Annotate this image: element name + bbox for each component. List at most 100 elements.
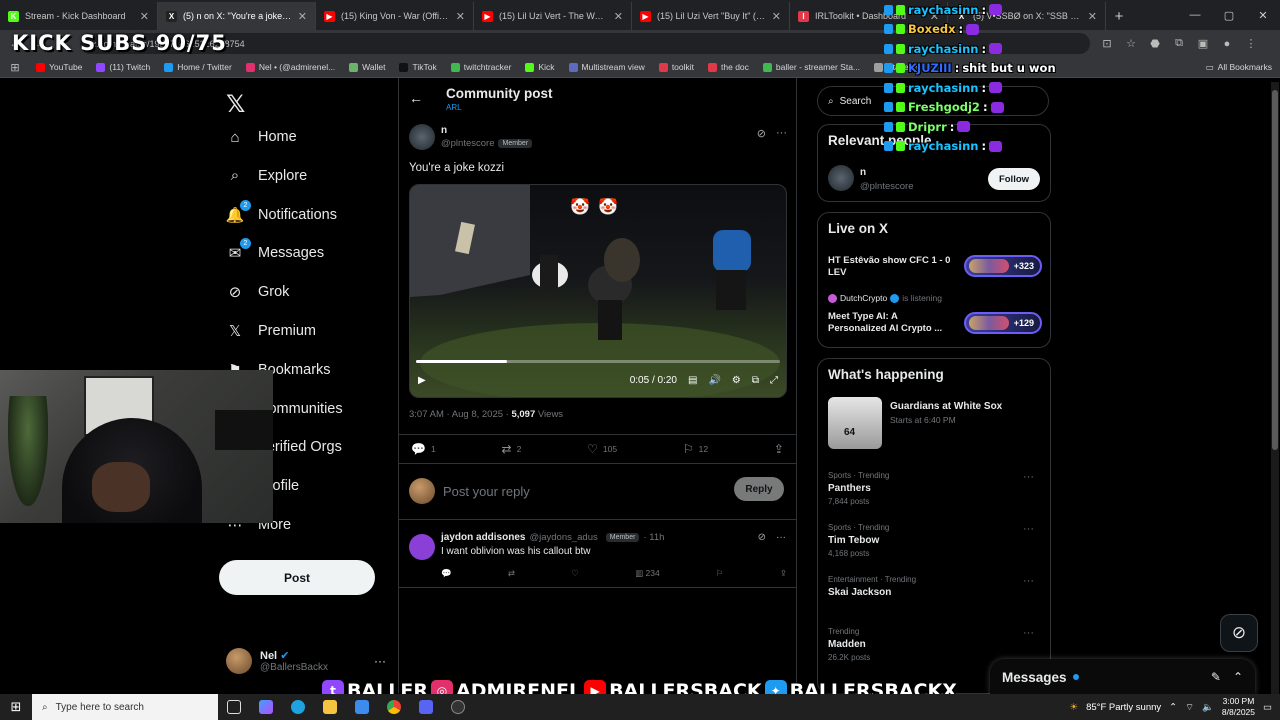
chrome-icon[interactable] bbox=[378, 694, 410, 720]
more-icon[interactable]: ··· bbox=[776, 127, 787, 140]
browser-tab[interactable]: X (5) n on X: "You're a joke kozzi ✕ bbox=[158, 2, 316, 30]
reply-icon[interactable]: 💬 bbox=[441, 568, 452, 579]
author-handle[interactable]: @plntescore bbox=[441, 138, 494, 149]
more-icon[interactable]: ··· bbox=[1023, 523, 1034, 535]
pip-icon[interactable]: ⧉ bbox=[752, 375, 759, 386]
expand-up-icon[interactable]: ⌃ bbox=[1233, 670, 1243, 684]
nav-item-premium[interactable]: 𝕏 Premium bbox=[226, 322, 316, 340]
star-icon[interactable]: ☆ bbox=[1124, 37, 1138, 51]
more-icon[interactable]: ··· bbox=[374, 654, 386, 668]
video-player[interactable]: 🤡 🤡 ▶ 0:05 / 0:20 ▤ 🔊 ⚙ ⧉ ⤢ bbox=[409, 184, 787, 398]
bookmark-item[interactable]: toolkit bbox=[658, 62, 694, 72]
grok-icon[interactable]: ⊘ bbox=[758, 532, 766, 543]
profile-icon[interactable]: ● bbox=[1220, 37, 1234, 51]
bookmark-item[interactable]: Wallet bbox=[349, 62, 385, 72]
browser-tab[interactable]: K Stream - Kick Dashboard ✕ bbox=[0, 2, 158, 30]
bookmark-icon[interactable]: ⚐ bbox=[716, 568, 724, 579]
person-handle[interactable]: @plntescore bbox=[860, 181, 913, 192]
live-space-item[interactable]: HT Estêvão show CFC 1 - 0 LEV +323 bbox=[828, 253, 1042, 283]
trend-item[interactable]: Sports · Trending Panthers 7,844 posts ··· bbox=[828, 471, 1042, 506]
all-bookmarks-button[interactable]: ▭ All Bookmarks bbox=[1206, 62, 1272, 73]
bookmark-item[interactable]: Home / Twitter bbox=[164, 62, 232, 72]
live-listeners-pill[interactable]: +129 bbox=[964, 312, 1042, 334]
trend-item[interactable]: Trending Madden 26.2K posts ··· bbox=[828, 627, 1042, 662]
reply-button[interactable]: 💬 1 bbox=[411, 442, 436, 456]
volume-icon[interactable]: 🔊 bbox=[708, 375, 720, 386]
reply-input[interactable] bbox=[443, 481, 723, 501]
community-name-link[interactable]: ARL bbox=[446, 103, 462, 112]
bookmark-item[interactable]: baller - streamer Sta... bbox=[762, 62, 860, 72]
follow-button[interactable]: Follow bbox=[988, 168, 1040, 190]
tab-close-icon[interactable]: ✕ bbox=[456, 10, 465, 23]
author-name[interactable]: n bbox=[441, 125, 447, 136]
share-button[interactable]: ⇪ bbox=[774, 442, 784, 456]
tab-close-icon[interactable]: ✕ bbox=[614, 10, 623, 23]
fullscreen-icon[interactable]: ⤢ bbox=[770, 375, 778, 386]
avatar[interactable] bbox=[409, 124, 435, 150]
game-title[interactable]: Guardians at White Sox bbox=[890, 401, 1002, 412]
repost-button[interactable]: ⇄ 2 bbox=[502, 442, 522, 456]
back-arrow-icon[interactable]: ← bbox=[409, 90, 423, 106]
extension-icon[interactable]: ⬣ bbox=[1148, 37, 1162, 51]
menu-icon[interactable]: ⋮ bbox=[1244, 37, 1258, 51]
copilot-icon[interactable] bbox=[250, 694, 282, 720]
share-icon[interactable]: ⇪ bbox=[780, 568, 787, 579]
avatar[interactable] bbox=[828, 165, 854, 191]
post-button[interactable]: Post bbox=[219, 560, 375, 595]
minimize-icon[interactable]: — bbox=[1178, 0, 1212, 30]
tab-close-icon[interactable]: ✕ bbox=[298, 10, 307, 23]
bookmark-item[interactable]: Multistream view bbox=[568, 62, 645, 72]
bookmark-item[interactable]: the doc bbox=[708, 62, 749, 72]
more-icon[interactable]: ··· bbox=[1023, 627, 1034, 639]
volume-icon[interactable]: 🔈 bbox=[1202, 702, 1214, 713]
maximize-icon[interactable]: ▢ bbox=[1212, 0, 1246, 30]
windows-start-icon[interactable]: ⊞ bbox=[0, 694, 32, 720]
more-icon[interactable]: ··· bbox=[776, 532, 786, 543]
tab-close-icon[interactable]: ✕ bbox=[772, 10, 781, 23]
trend-item[interactable]: Entertainment · Trending Skai Jackson ··· bbox=[828, 575, 1042, 601]
weather-text[interactable]: 85°F Partly sunny bbox=[1086, 702, 1161, 713]
x-logo-icon[interactable]: 𝕏 bbox=[226, 90, 245, 119]
more-icon[interactable]: ··· bbox=[1023, 575, 1034, 587]
tab-close-icon[interactable]: ✕ bbox=[140, 10, 149, 23]
discord-icon[interactable] bbox=[410, 694, 442, 720]
compose-message-icon[interactable]: ✎ bbox=[1211, 670, 1221, 684]
bookmark-item[interactable]: TikTok bbox=[399, 62, 437, 72]
trend-item[interactable]: Sports · Trending Tim Tebow 4,168 posts ··· bbox=[828, 523, 1042, 558]
network-icon[interactable]: ⌔ bbox=[1185, 702, 1194, 713]
apps-icon[interactable]: ⊞ bbox=[8, 60, 22, 74]
nav-item-messages[interactable]: ✉ 2 Messages bbox=[226, 238, 324, 262]
bookmark-button[interactable]: ⚐ 12 bbox=[683, 442, 708, 456]
close-window-icon[interactable]: ✕ bbox=[1246, 0, 1280, 30]
nav-item-grok[interactable]: ⊘ Grok bbox=[226, 283, 290, 301]
store-icon[interactable] bbox=[346, 694, 378, 720]
task-view-icon[interactable] bbox=[218, 694, 250, 720]
grok-icon[interactable]: ⊘ bbox=[757, 127, 766, 140]
live-listeners-pill[interactable]: +323 bbox=[964, 255, 1042, 277]
nav-item-explore[interactable]: ⌕ Explore bbox=[226, 167, 307, 185]
browser-tab[interactable]: ▶ (15) Lil Uzi Vert - The Way Life ✕ bbox=[474, 2, 632, 30]
messages-drawer[interactable]: Messages ✎ ⌃ bbox=[990, 659, 1255, 695]
scrollbar-thumb[interactable] bbox=[1272, 90, 1278, 450]
file-explorer-icon[interactable] bbox=[314, 694, 346, 720]
live-space-item[interactable]: DutchCrypto is listening Meet Type AI: A… bbox=[828, 293, 1042, 343]
browser-tab[interactable]: ▶ (15) King Von - War (Official Ly ✕ bbox=[316, 2, 474, 30]
browser-tab[interactable]: ▶ (15) Lil Uzi Vert "Buy It" (WSHH ✕ bbox=[632, 2, 790, 30]
heart-icon[interactable]: ♡ bbox=[571, 568, 579, 579]
reply-submit-button[interactable]: Reply bbox=[734, 477, 784, 501]
bookmark-item[interactable]: (11) Twitch bbox=[96, 62, 150, 72]
account-switcher[interactable]: Nel ✔ @BallersBackx ··· bbox=[226, 648, 386, 674]
person-name[interactable]: n bbox=[860, 167, 866, 178]
game-thumbnail[interactable] bbox=[828, 397, 882, 449]
bookmark-item[interactable]: twitchtracker bbox=[450, 62, 511, 72]
grok-fab-icon[interactable]: ⊘ bbox=[1220, 614, 1258, 652]
notifications-icon[interactable]: ▭ bbox=[1263, 702, 1272, 713]
nav-item-home[interactable]: ⌂ Home bbox=[226, 128, 296, 146]
scrollbar[interactable] bbox=[1271, 82, 1279, 694]
like-button[interactable]: ♡ 105 bbox=[587, 442, 617, 456]
chevron-up-icon[interactable]: ⌃ bbox=[1169, 702, 1177, 713]
reply-author-handle[interactable]: @jaydons_adus bbox=[529, 532, 597, 543]
clock[interactable]: 3:00 PM 8/8/2025 bbox=[1222, 696, 1255, 718]
reply-author-name[interactable]: jaydon addisones bbox=[441, 532, 525, 543]
puzzle-icon[interactable]: ⧉ bbox=[1172, 37, 1186, 51]
